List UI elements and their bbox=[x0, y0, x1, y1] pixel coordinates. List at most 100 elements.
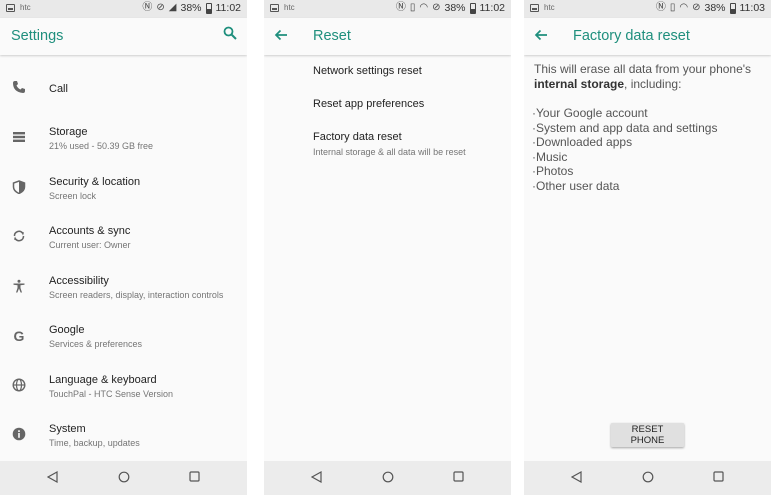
reset-item-factory-data[interactable]: Factory data reset Internal storage & al… bbox=[264, 126, 511, 170]
list-item: ·Downloaded apps bbox=[532, 135, 633, 150]
item-subtitle: 21% used - 50.39 GB free bbox=[49, 141, 154, 151]
status-bar: htc Ⓝ ▯ ◠ ⊘ 38% 11:02 bbox=[264, 0, 511, 18]
accessibility-icon bbox=[11, 279, 27, 295]
item-subtitle: Internal storage & all data will be rese… bbox=[313, 147, 466, 157]
item-title: System bbox=[49, 423, 86, 435]
brand-label: htc bbox=[544, 3, 555, 12]
nfc-icon: Ⓝ bbox=[655, 2, 666, 13]
item-title: Reset app preferences bbox=[313, 98, 425, 110]
shield-icon bbox=[11, 180, 27, 196]
recents-nav-icon[interactable] bbox=[453, 471, 464, 485]
settings-item-storage[interactable]: Storage 21% used - 50.39 GB free bbox=[0, 118, 247, 162]
erase-list: ·Your Google account ·System and app dat… bbox=[532, 106, 717, 194]
settings-item-security[interactable]: Security & location Screen lock bbox=[0, 168, 247, 212]
warning-text: This will erase all data from your phone… bbox=[534, 62, 764, 92]
list-item: ·Photos bbox=[532, 164, 574, 179]
list-item: ·Music bbox=[532, 149, 568, 164]
battery-level: 38% bbox=[444, 2, 466, 14]
warning-intro: This will erase all data from your phone… bbox=[534, 62, 752, 76]
item-subtitle: Time, backup, updates bbox=[49, 438, 140, 448]
recents-nav-icon[interactable] bbox=[713, 471, 724, 485]
settings-item-accessibility[interactable]: Accessibility Screen readers, display, i… bbox=[0, 267, 247, 311]
clock: 11:03 bbox=[739, 2, 766, 14]
item-subtitle: TouchPal - HTC Sense Version bbox=[49, 389, 174, 399]
app-bar: Reset bbox=[264, 18, 511, 55]
item-title: Call bbox=[49, 83, 68, 95]
wifi-icon: ◠ bbox=[419, 2, 429, 13]
settings-item-accounts[interactable]: Accounts & sync Current user: Owner bbox=[0, 217, 247, 261]
globe-icon bbox=[11, 378, 27, 394]
clock: 11:02 bbox=[479, 2, 506, 14]
navigation-bar bbox=[524, 461, 771, 495]
google-icon: G bbox=[13, 328, 25, 344]
item-title: Accessibility bbox=[49, 275, 109, 287]
image-notification-icon bbox=[6, 3, 15, 12]
info-icon bbox=[11, 427, 27, 443]
back-nav-icon[interactable] bbox=[310, 470, 322, 486]
vibrate-icon: ▯ bbox=[669, 2, 676, 13]
settings-item-call[interactable]: Call bbox=[0, 68, 247, 112]
app-bar: Factory data reset bbox=[524, 18, 771, 55]
status-bar: htc Ⓝ ⊘ ◢ 38% 11:02 bbox=[0, 0, 247, 18]
mute-icon: ⊘ bbox=[692, 2, 701, 13]
battery-icon bbox=[729, 2, 736, 14]
item-title: Factory data reset bbox=[313, 131, 402, 143]
settings-item-language[interactable]: Language & keyboard TouchPal - HTC Sense… bbox=[0, 366, 247, 410]
reset-phone-button[interactable]: RESET PHONE bbox=[611, 423, 684, 447]
status-bar: htc Ⓝ ▯ ◠ ⊘ 38% 11:03 bbox=[524, 0, 771, 18]
recents-nav-icon[interactable] bbox=[189, 471, 200, 485]
item-title: Accounts & sync bbox=[49, 225, 131, 237]
list-item: ·System and app data and settings bbox=[532, 120, 718, 135]
clock: 11:02 bbox=[215, 2, 242, 14]
brand-label: htc bbox=[20, 3, 31, 12]
reset-screen: htc Ⓝ ▯ ◠ ⊘ 38% 11:02 Reset Network sett… bbox=[264, 0, 511, 495]
page-title: Factory data reset bbox=[573, 28, 690, 44]
back-arrow-icon[interactable] bbox=[274, 25, 288, 47]
item-title: Language & keyboard bbox=[49, 374, 157, 386]
mute-icon: ⊘ bbox=[432, 2, 441, 13]
item-subtitle: Current user: Owner bbox=[49, 240, 131, 250]
storage-icon bbox=[11, 130, 27, 146]
nfc-icon: Ⓝ bbox=[142, 2, 153, 13]
navigation-bar bbox=[0, 461, 247, 495]
list-item: ·Other user data bbox=[532, 178, 620, 193]
item-title: Security & location bbox=[49, 176, 141, 188]
item-title: Google bbox=[49, 324, 85, 336]
warning-bold: internal storage bbox=[534, 77, 625, 91]
warning-end: , including: bbox=[624, 77, 682, 91]
phone-icon bbox=[11, 80, 27, 96]
battery-icon bbox=[469, 2, 476, 14]
back-nav-icon[interactable] bbox=[46, 470, 58, 486]
page-title: Settings bbox=[11, 28, 64, 44]
navigation-bar bbox=[264, 461, 511, 495]
item-title: Network settings reset bbox=[313, 65, 422, 77]
home-nav-icon[interactable] bbox=[118, 471, 130, 486]
back-nav-icon[interactable] bbox=[570, 470, 582, 486]
image-notification-icon bbox=[530, 3, 539, 12]
back-arrow-icon[interactable] bbox=[534, 25, 548, 47]
home-nav-icon[interactable] bbox=[642, 471, 654, 486]
vibrate-icon: ▯ bbox=[409, 2, 416, 13]
app-bar: Settings bbox=[0, 18, 247, 55]
settings-item-system[interactable]: System Time, backup, updates bbox=[0, 415, 247, 459]
settings-item-google[interactable]: G Google Services & preferences bbox=[0, 316, 247, 360]
wifi-icon: ◠ bbox=[679, 2, 689, 13]
nfc-icon: Ⓝ bbox=[395, 2, 406, 13]
battery-level: 38% bbox=[180, 2, 202, 14]
item-subtitle: Services & preferences bbox=[49, 339, 143, 349]
sync-icon bbox=[11, 229, 27, 245]
image-notification-icon bbox=[270, 3, 279, 12]
item-subtitle: Screen lock bbox=[49, 191, 97, 201]
brand-label: htc bbox=[284, 3, 295, 12]
mute-icon: ⊘ bbox=[156, 2, 165, 13]
signal-icon: ◢ bbox=[168, 2, 177, 13]
item-title: Storage bbox=[49, 126, 88, 138]
battery-icon bbox=[205, 2, 212, 14]
page-title: Reset bbox=[313, 28, 351, 44]
search-icon[interactable] bbox=[223, 26, 237, 43]
home-nav-icon[interactable] bbox=[382, 471, 394, 486]
settings-screen: htc Ⓝ ⊘ ◢ 38% 11:02 Settings Call Storag… bbox=[0, 0, 247, 495]
battery-level: 38% bbox=[704, 2, 726, 14]
factory-reset-screen: htc Ⓝ ▯ ◠ ⊘ 38% 11:03 Factory data reset… bbox=[524, 0, 771, 495]
list-item: ·Your Google account bbox=[532, 106, 648, 120]
